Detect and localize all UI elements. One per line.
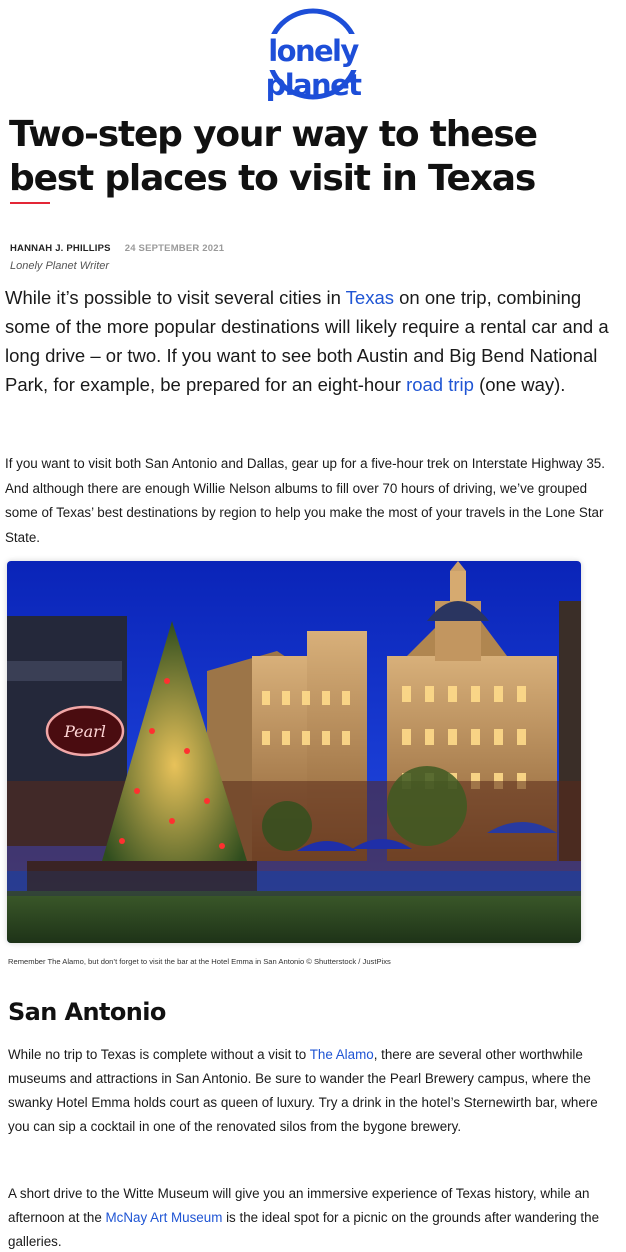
the-alamo-link[interactable]: The Alamo	[310, 1047, 374, 1062]
site-header: lonely planet	[0, 0, 626, 104]
author-name[interactable]: HANNAH J. PHILLIPS	[10, 243, 111, 254]
author-row: HANNAH J. PHILLIPS 24 SEPTEMBER 2021	[10, 243, 224, 254]
body-paragraph: While no trip to Texas is complete witho…	[8, 1043, 613, 1139]
section-heading: San Antonio	[8, 998, 166, 1026]
pearl-sign-text: Pearl	[63, 722, 106, 741]
photo-caption: Remember The Alamo, but don’t forget to …	[8, 957, 391, 966]
article-title: Two-step your way to these best places t…	[9, 114, 538, 199]
author-role: Lonely Planet Writer	[10, 260, 110, 272]
body-paragraph: If you want to visit both San Antonio an…	[5, 456, 605, 545]
title-underline	[10, 202, 50, 204]
body-text: While no trip to Texas is complete witho…	[8, 1047, 310, 1062]
byline: HANNAH J. PHILLIPS 24 SEPTEMBER 2021 Lon…	[10, 243, 224, 272]
article-photo: Pearl	[7, 561, 581, 943]
road-trip-link[interactable]: road trip	[406, 374, 474, 395]
texas-link[interactable]: Texas	[346, 287, 394, 308]
lead-text: (one way).	[473, 374, 566, 395]
lonely-planet-logo[interactable]: lonely planet	[223, 8, 403, 102]
lead-text: While it’s possible to visit several cit…	[5, 287, 346, 308]
mcnay-art-museum-link[interactable]: McNay Art Museum	[106, 1210, 223, 1225]
publish-date: 24 SEPTEMBER 2021	[124, 243, 225, 254]
hotel-emma-night-illustration: Pearl	[7, 561, 581, 943]
body-paragraph: A short drive to the Witte Museum will g…	[8, 1182, 613, 1252]
lead-paragraph: While it’s possible to visit several cit…	[5, 283, 615, 399]
logo-wordmark: lonely planet	[265, 34, 362, 102]
